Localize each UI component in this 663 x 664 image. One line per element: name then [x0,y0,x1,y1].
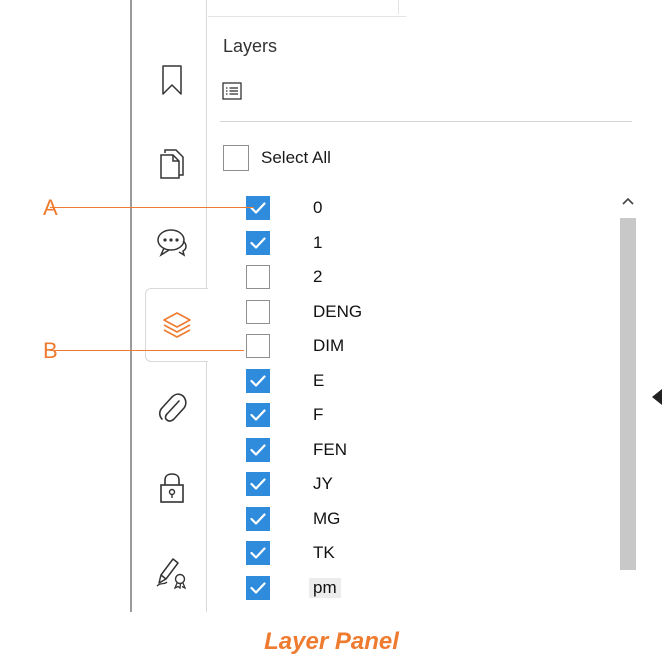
attachment-icon [158,393,187,422]
checkmark-icon [250,581,266,594]
checkmark-icon [250,374,266,387]
layer-row[interactable]: 0 [246,192,322,224]
layer-name: 1 [313,232,323,252]
checkmark-icon [250,478,266,490]
signatures-button[interactable] [150,550,194,594]
layer-row[interactable]: JY [246,468,333,500]
layer-visibility-checkbox[interactable] [246,472,270,496]
collapse-panel-arrow-icon[interactable] [652,389,662,405]
vertical-scrollbar[interactable] [618,190,638,600]
layer-visibility-checkbox[interactable] [246,403,270,427]
callout-b-line [50,350,244,351]
callout-b-label: B [43,338,58,363]
comments-icon [157,229,187,257]
security-button[interactable] [150,466,194,510]
layer-row[interactable]: DENG [246,296,362,328]
checkmark-icon [250,547,266,559]
select-all-checkbox[interactable] [223,145,249,171]
layer-name: MG [313,508,341,528]
callout-a-label: A [43,195,58,220]
layer-name: DENG [313,301,363,321]
attachments-button[interactable] [150,386,194,430]
layer-visibility-checkbox[interactable] [246,265,270,289]
layer-options-button[interactable] [221,80,243,102]
layer-name: FEN [313,439,347,459]
layer-visibility-checkbox[interactable] [246,541,270,565]
layer-name: JY [313,474,333,493]
panel-title: Layers [223,36,278,56]
checkmark-icon [250,443,266,456]
header-separator [220,121,632,122]
layer-row[interactable]: FEN [246,434,347,466]
layer-name: F [313,405,324,424]
layer-name: pm [309,577,341,598]
signature-icon [156,558,187,589]
layer-visibility-checkbox[interactable] [246,368,270,393]
layer-name: E [313,370,325,390]
scrollbar-thumb[interactable] [620,218,636,570]
list-options-icon [222,82,242,100]
layer-name: DIM [313,336,345,355]
window-frame-left [130,0,132,612]
layer-row[interactable]: 1 [246,227,322,259]
layer-row[interactable]: pm [246,572,341,604]
pages-button[interactable] [150,142,194,186]
layer-visibility-checkbox[interactable] [246,437,270,462]
chevron-up-icon [622,197,634,205]
checkmark-icon [250,409,266,421]
layer-visibility-checkbox[interactable] [246,334,270,358]
pages-icon [160,149,184,179]
layer-visibility-checkbox[interactable] [246,230,270,255]
navigation-toolbar [136,0,208,612]
select-all-row[interactable]: Select All [223,145,331,171]
layer-row[interactable]: DIM [246,330,344,362]
layer-visibility-checkbox[interactable] [246,196,270,220]
scroll-up-button[interactable] [618,190,638,212]
layer-row[interactable]: F [246,399,323,431]
layer-row[interactable]: TK [246,537,335,569]
checkmark-icon [250,236,266,249]
layer-visibility-checkbox[interactable] [246,575,270,600]
layer-visibility-checkbox[interactable] [246,506,270,531]
checkmark-icon [250,202,266,214]
layer-row[interactable]: E [246,365,324,397]
select-all-label: Select All [261,148,331,167]
layer-name: 0 [313,198,323,217]
layer-visibility-checkbox[interactable] [246,299,270,324]
layer-row[interactable]: MG [246,503,340,535]
top-divider [398,0,399,14]
checkmark-icon [250,512,266,525]
callout-a-line [50,207,254,208]
lock-icon [160,473,184,503]
bookmarks-button[interactable] [150,58,194,102]
figure-caption: Layer Panel [264,628,399,655]
layers-icon [163,312,191,338]
layer-name: TK [313,543,335,562]
layer-row[interactable]: 2 [246,261,322,293]
layer-name: 2 [313,267,323,286]
comments-button[interactable] [150,220,194,264]
bookmark-icon [162,65,182,95]
